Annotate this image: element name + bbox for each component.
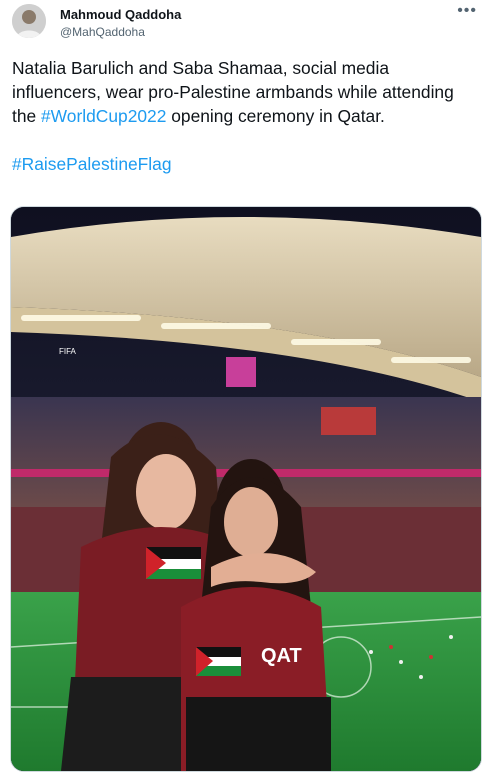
tweet-text-part2: opening ceremony in Qatar. xyxy=(166,106,385,126)
stadium-photo: FIFA QAT xyxy=(11,207,481,771)
fifa-sign: FIFA xyxy=(59,347,77,356)
author-name[interactable]: Mahmoud Qaddoha xyxy=(60,7,181,22)
jersey-text: QAT xyxy=(261,645,302,667)
tweet-text: Natalia Barulich and Saba Shamaa, social… xyxy=(12,56,477,176)
hashtag-raisepalestineflag[interactable]: #RaisePalestineFlag xyxy=(12,154,172,174)
more-options-icon[interactable]: ••• xyxy=(457,2,477,20)
palestine-armband-left xyxy=(146,547,201,579)
tweet-avatar[interactable] xyxy=(12,4,46,38)
author-handle[interactable]: @MahQaddoha xyxy=(60,25,145,39)
hashtag-worldcup2022[interactable]: #WorldCup2022 xyxy=(41,106,166,126)
tweet-media-photo[interactable]: FIFA QAT xyxy=(10,206,482,772)
palestine-armband-right xyxy=(196,647,241,676)
